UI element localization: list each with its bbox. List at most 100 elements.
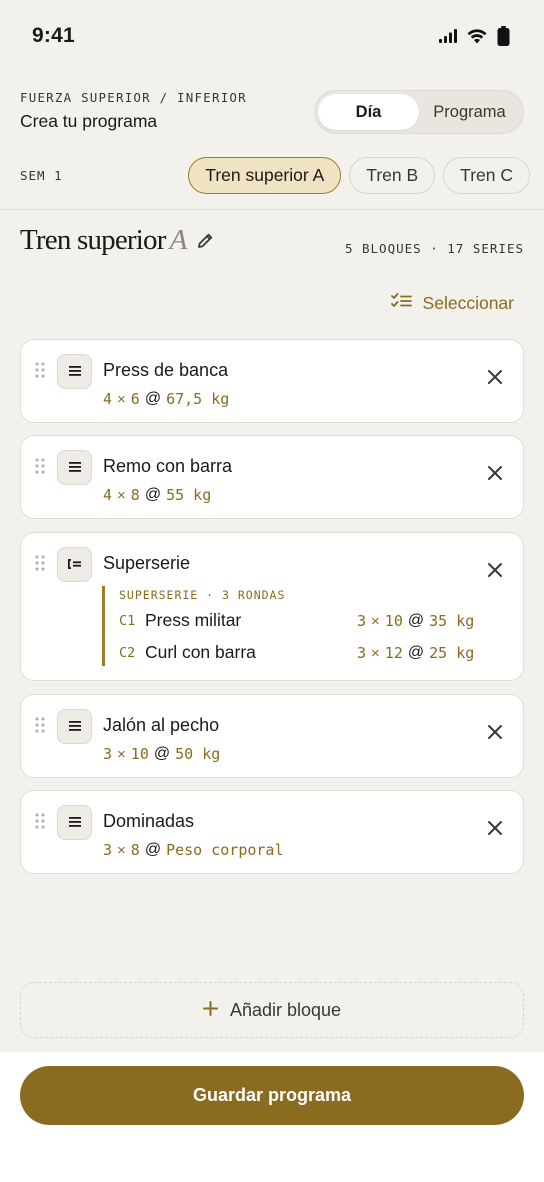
weight: 25 kg: [429, 644, 475, 662]
block-type-button[interactable]: [57, 450, 92, 485]
week-row: SEM 1 Tren superior A Tren B Tren C: [20, 157, 530, 195]
at-symbol: @: [407, 644, 425, 661]
pencil-icon[interactable]: [197, 232, 214, 249]
exercise-prescription: 3 × 8 @ Peso corporal: [103, 841, 283, 859]
block-type-button[interactable]: [57, 547, 92, 582]
exercise-name: Remo con barra: [103, 456, 233, 476]
select-button-label: Seleccionar: [422, 293, 514, 313]
superset-item-prescription: 3 × 10 @ 35 kg: [357, 612, 474, 630]
weight: 35 kg: [429, 612, 475, 630]
sets: 3: [357, 644, 367, 662]
select-button[interactable]: Seleccionar: [390, 293, 514, 314]
day-title-text: Tren superior: [20, 224, 166, 256]
status-bar: 9:41: [0, 0, 544, 72]
day-tabs: Tren superior A Tren B Tren C: [188, 157, 530, 194]
block-type-button[interactable]: [57, 354, 92, 389]
exercise-prescription: 4 × 6 @ 67,5 kg: [103, 390, 229, 408]
add-block-button[interactable]: Añadir bloque: [20, 982, 524, 1038]
footer: Guardar programa: [0, 1052, 544, 1182]
day-tab-tren-superior-a[interactable]: Tren superior A: [188, 157, 342, 194]
exercise-name: Press de banca: [103, 360, 229, 380]
day-tab-tren-c[interactable]: Tren C: [443, 157, 530, 194]
superset-icon: [68, 556, 81, 574]
superset-group: SUPERSERIE · 3 RONDAS C1 Press militar 3…: [102, 586, 482, 666]
at-symbol: @: [144, 390, 162, 407]
reps: 10: [130, 745, 149, 763]
superset-card[interactable]: Superserie SUPERSERIE · 3 RONDAS C1 Pres…: [20, 532, 524, 681]
superset-item-prescription: 3 × 12 @ 25 kg: [357, 644, 474, 662]
plus-icon: [202, 1000, 218, 1021]
weight: 67,5 kg: [166, 390, 230, 408]
sets: 4: [103, 390, 113, 408]
menu-lines-icon: [68, 459, 81, 477]
exercise-prescription: 3 × 10 @ 50 kg: [103, 745, 220, 763]
times-symbol: ×: [117, 486, 126, 504]
reps: 10: [384, 612, 403, 630]
superset-item-code: C2: [119, 645, 136, 661]
weight: 55 kg: [166, 486, 212, 504]
day-title: Tren superior A: [20, 224, 214, 257]
wifi-icon: [467, 28, 487, 49]
reps: 12: [384, 644, 403, 662]
weight: Peso corporal: [166, 841, 284, 859]
weight: 50 kg: [175, 745, 221, 763]
segment-dia[interactable]: Día: [318, 94, 419, 130]
exercise-card[interactable]: Press de banca 4 × 6 @ 67,5 kg: [20, 339, 524, 423]
reps: 6: [130, 390, 140, 408]
times-symbol: ×: [371, 644, 380, 662]
drag-handle-icon[interactable]: [35, 813, 45, 834]
close-icon[interactable]: [487, 465, 503, 486]
menu-lines-icon: [68, 363, 81, 381]
exercise-card[interactable]: Jalón al pecho 3 × 10 @ 50 kg: [20, 694, 524, 778]
status-icons: [439, 26, 510, 51]
view-segmented-control: Día Programa: [314, 90, 524, 134]
reps: 8: [130, 486, 140, 504]
exercise-prescription: 4 × 8 @ 55 kg: [103, 486, 211, 504]
superset-item-name: Press militar: [145, 610, 242, 630]
times-symbol: ×: [117, 841, 126, 859]
times-symbol: ×: [117, 390, 126, 408]
superset-item[interactable]: C2 Curl con barra 3 × 12 @ 25 kg: [119, 642, 479, 666]
exercise-card[interactable]: Remo con barra 4 × 8 @ 55 kg: [20, 435, 524, 519]
sets: 4: [103, 486, 113, 504]
at-symbol: @: [407, 612, 425, 629]
exercise-name: Jalón al pecho: [103, 715, 220, 735]
close-icon[interactable]: [487, 724, 503, 745]
week-label: SEM 1: [20, 168, 63, 183]
day-title-letter: A: [169, 224, 188, 256]
times-symbol: ×: [117, 745, 126, 763]
header: FUERZA SUPERIOR / INFERIOR Crea tu progr…: [20, 90, 524, 138]
close-icon[interactable]: [487, 369, 503, 390]
sets: 3: [103, 745, 113, 763]
drag-handle-icon[interactable]: [35, 362, 45, 383]
at-symbol: @: [144, 841, 162, 858]
block-type-button[interactable]: [57, 805, 92, 840]
save-program-button[interactable]: Guardar programa: [20, 1066, 524, 1125]
day-stats: 5 BLOQUES · 17 SERIES: [344, 241, 524, 256]
section-divider: [0, 209, 544, 210]
status-time: 9:41: [32, 24, 75, 47]
menu-lines-icon: [68, 718, 81, 736]
close-icon[interactable]: [487, 562, 503, 583]
drag-handle-icon[interactable]: [35, 717, 45, 738]
superset-name: Superserie: [103, 553, 191, 573]
menu-lines-icon: [68, 814, 81, 832]
drag-handle-icon[interactable]: [35, 555, 45, 576]
day-tab-tren-b[interactable]: Tren B: [349, 157, 436, 194]
block-type-button[interactable]: [57, 709, 92, 744]
superset-caption: SUPERSERIE · 3 RONDAS: [119, 588, 286, 602]
sets: 3: [103, 841, 113, 859]
superset-item-code: C1: [119, 613, 136, 629]
reps: 8: [130, 841, 140, 859]
superset-item[interactable]: C1 Press militar 3 × 10 @ 35 kg: [119, 610, 479, 634]
exercise-card[interactable]: Dominadas 3 × 8 @ Peso corporal: [20, 790, 524, 874]
drag-handle-icon[interactable]: [35, 458, 45, 479]
sets: 3: [357, 612, 367, 630]
close-icon[interactable]: [487, 820, 503, 841]
segment-programa[interactable]: Programa: [419, 94, 520, 130]
exercise-name: Dominadas: [103, 811, 195, 831]
times-symbol: ×: [371, 612, 380, 630]
battery-icon: [497, 26, 510, 51]
at-symbol: @: [153, 745, 171, 762]
cellular-signal-icon: [439, 29, 457, 48]
